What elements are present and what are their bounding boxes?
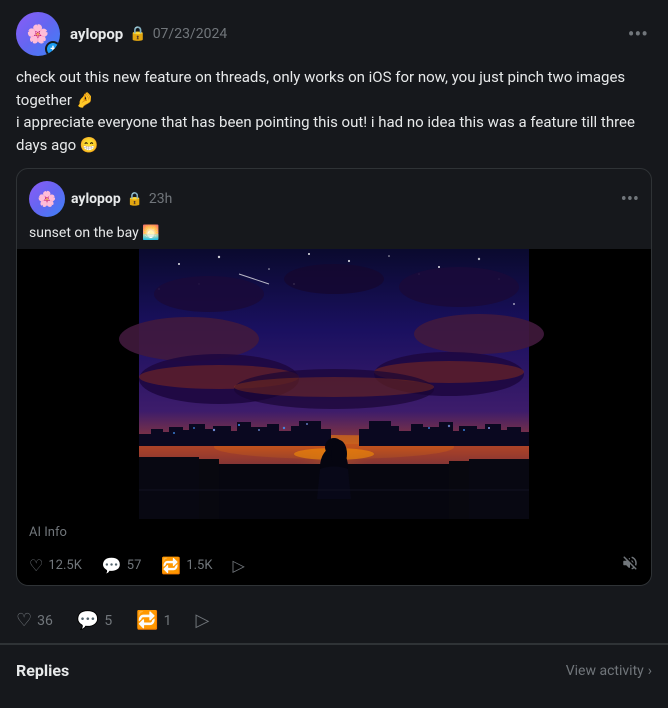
ai-info-label[interactable]: AI Info xyxy=(29,525,67,540)
nested-caption-text: sunset on the bay 🌅 xyxy=(29,225,160,241)
post-container: 🌸 + aylopop 🔒 07/23/2024 ••• check out t… xyxy=(0,0,668,644)
outer-heart-icon: ♡ xyxy=(16,610,32,631)
nested-share-button[interactable]: ▷ xyxy=(233,556,245,575)
nested-like-button[interactable]: ♡ 12.5K xyxy=(29,556,82,575)
comment-icon: 💬 xyxy=(102,556,122,575)
author-avatar[interactable]: 🌸 + xyxy=(16,12,60,56)
post-text-line1: check out this new feature on threads, o… xyxy=(16,68,625,109)
nested-verified-icon: 🔒 xyxy=(127,192,143,207)
more-options-button[interactable]: ••• xyxy=(624,18,652,50)
mute-button[interactable] xyxy=(621,554,639,577)
outer-comment-icon: 💬 xyxy=(77,610,99,631)
heart-icon: ♡ xyxy=(29,556,43,575)
nested-repost-button[interactable]: 🔁 1.5K xyxy=(161,556,212,575)
verified-icon: 🔒 xyxy=(129,26,146,42)
outer-repost-icon: 🔁 xyxy=(136,610,158,631)
nested-post: 🌸 aylopop 🔒 23h ••• sunset on the bay 🌅 xyxy=(16,168,652,586)
author-username[interactable]: aylopop xyxy=(70,25,123,43)
outer-share-button[interactable]: ▷ xyxy=(195,610,209,631)
outer-comment-button[interactable]: 💬 5 xyxy=(77,610,112,631)
nested-user-info: 🌸 aylopop 🔒 23h xyxy=(29,181,172,217)
nested-reposts-count: 1.5K xyxy=(186,558,212,573)
post-header: 🌸 + aylopop 🔒 07/23/2024 ••• xyxy=(16,12,652,56)
outer-like-button[interactable]: ♡ 36 xyxy=(16,610,53,631)
chevron-right-icon: › xyxy=(648,663,652,679)
avatar-plus-icon: + xyxy=(45,41,60,56)
nested-comment-button[interactable]: 💬 57 xyxy=(102,556,142,575)
sunset-image[interactable] xyxy=(17,249,651,519)
view-activity-button[interactable]: View activity › xyxy=(566,663,652,679)
user-info-row: aylopop 🔒 07/23/2024 xyxy=(70,25,227,43)
post-date: 07/23/2024 xyxy=(153,26,228,42)
nested-comments-count: 57 xyxy=(127,558,142,573)
nested-post-time: 23h xyxy=(149,191,172,207)
outer-comments-count: 5 xyxy=(104,613,112,629)
author-info: aylopop 🔒 07/23/2024 xyxy=(70,25,227,43)
replies-section: Replies View activity › xyxy=(0,644,668,696)
sunset-scene-svg xyxy=(17,249,651,519)
post-text-line2: i appreciate everyone that has been poin… xyxy=(16,113,635,154)
post-content: check out this new feature on threads, o… xyxy=(16,66,652,156)
post-header-left: 🌸 + aylopop 🔒 07/23/2024 xyxy=(16,12,227,56)
repost-icon: 🔁 xyxy=(161,556,181,575)
outer-share-icon: ▷ xyxy=(195,610,209,631)
outer-post-actions: ♡ 36 💬 5 🔁 1 ▷ xyxy=(16,598,652,643)
nested-post-header: 🌸 aylopop 🔒 23h ••• xyxy=(17,169,651,225)
share-icon: ▷ xyxy=(233,556,245,575)
nested-author-avatar[interactable]: 🌸 xyxy=(29,181,65,217)
replies-label: Replies xyxy=(16,661,69,680)
nested-more-options-button[interactable]: ••• xyxy=(621,189,639,210)
mute-icon-svg xyxy=(621,554,639,572)
image-container[interactable]: AI Info ♡ 12.5K 💬 57 🔁 1.5K ▷ xyxy=(17,249,651,585)
nested-post-actions: ♡ 12.5K 💬 57 🔁 1.5K ▷ xyxy=(17,546,651,585)
ai-info-bar[interactable]: AI Info xyxy=(17,519,651,546)
nested-author-username[interactable]: aylopop xyxy=(71,191,121,207)
nested-likes-count: 12.5K xyxy=(48,558,82,573)
outer-likes-count: 36 xyxy=(37,613,53,629)
outer-repost-button[interactable]: 🔁 1 xyxy=(136,610,171,631)
view-activity-label: View activity xyxy=(566,663,644,679)
nested-caption: sunset on the bay 🌅 xyxy=(17,225,651,249)
outer-reposts-count: 1 xyxy=(164,613,172,629)
